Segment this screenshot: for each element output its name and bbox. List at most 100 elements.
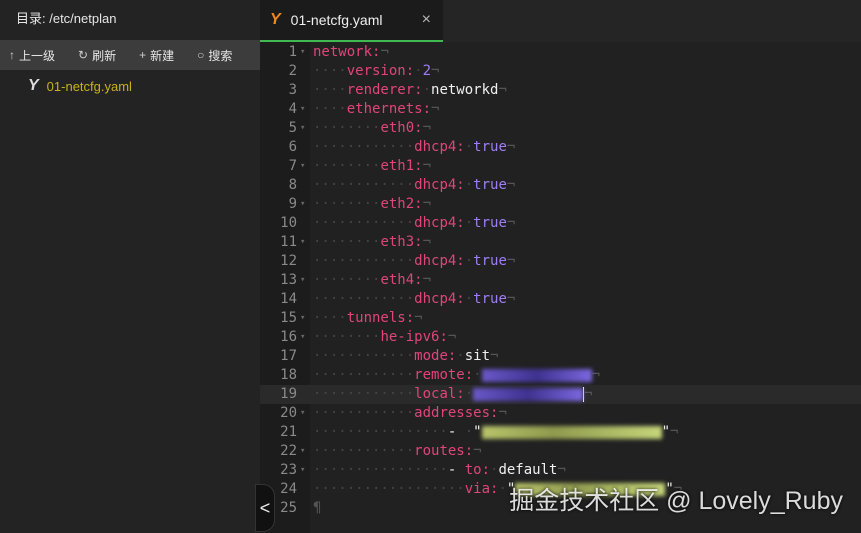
space: · — [464, 424, 474, 440]
eol-marker: ¬ — [380, 44, 389, 60]
yaml-key: tunnels: — [346, 310, 415, 326]
toolbar-button-search[interactable]: ○ 搜索 — [197, 47, 232, 64]
yaml-key: dhcp4: — [414, 291, 465, 307]
eol-marker: ¬ — [506, 139, 516, 155]
eol-marker: ¬ — [473, 443, 482, 459]
line-number: 14 — [280, 291, 297, 307]
toolbar-button-refresh[interactable]: ↻ 刷新 — [78, 47, 116, 64]
code-line: 5 ▾ ········eth0:¬ — [260, 119, 861, 138]
file-item[interactable]: Y 01-netcfg.yaml — [0, 70, 260, 102]
eol-marker: ¬ — [506, 215, 516, 231]
yaml-key: dhcp4: — [414, 253, 465, 269]
code-editor[interactable]: 1 ▾ network:¬ 2 ····version:·2¬ 3 ····renderer… — [260, 42, 861, 533]
refresh-icon: ↻ — [78, 48, 89, 62]
yaml-value: true — [473, 215, 507, 231]
yaml-key: addresses: — [414, 405, 499, 421]
line-content: ····renderer:·networkd¬ — [313, 81, 507, 100]
eol-marker: ¬ — [431, 101, 440, 117]
line-content: ········he-ipv6:¬ — [313, 328, 456, 347]
redacted-value — [481, 368, 592, 382]
fold-arrow-icon[interactable]: ▾ — [300, 442, 305, 461]
toolbar-label: 搜索 — [208, 48, 233, 63]
file-sidebar: 目录: /etc/netplan ↑ 上一级 ↻ 刷新 + 新建 ○ 搜索 Y 01-netcf… — [0, 0, 260, 533]
code-line: 14 ············dhcp4:·true¬ — [260, 290, 861, 309]
indent-guide: ············ — [313, 177, 415, 193]
list-dash: - — [447, 462, 465, 478]
yaml-key: remote: — [414, 367, 474, 383]
directory-path: 目录: /etc/netplan — [16, 11, 117, 26]
tab-01-netcfg-yaml[interactable]: Y 01-netcfg.yaml × — [260, 0, 443, 42]
tab-bar: Y 01-netcfg.yaml × — [260, 0, 861, 42]
file-list: Y 01-netcfg.yaml — [0, 70, 260, 102]
yaml-icon: Y — [28, 77, 39, 94]
line-content: ············routes:¬ — [313, 442, 482, 461]
line-number: 11 — [280, 234, 297, 250]
fold-arrow-icon[interactable]: ▾ — [300, 195, 305, 214]
fold-arrow-icon[interactable]: ▾ — [300, 404, 305, 423]
code-line: 16 ▾ ········he-ipv6:¬ — [260, 328, 861, 347]
yaml-key: network: — [313, 44, 381, 60]
line-content: ············local:· ¬ — [313, 385, 593, 404]
eol-marker: ¬ — [591, 367, 601, 383]
line-content: ············dhcp4:·true¬ — [313, 176, 515, 195]
eol-marker: ¬ — [431, 63, 440, 79]
yaml-value: sit — [464, 348, 491, 364]
toolbar-label: 刷新 — [92, 48, 117, 63]
yaml-key: eth1: — [380, 158, 423, 174]
fold-arrow-icon[interactable]: ▾ — [300, 309, 305, 328]
fold-arrow-icon[interactable]: ▾ — [300, 233, 305, 252]
line-number: 17 — [280, 348, 297, 364]
code-line: 21 ················- ·" "¬ — [260, 423, 861, 442]
line-number: 4 — [288, 101, 297, 117]
yaml-value: true — [473, 253, 507, 269]
tab-title: 01-netcfg.yaml — [290, 12, 383, 28]
indent-guide: ············ — [313, 443, 415, 459]
eol-marker: ¬ — [422, 120, 432, 136]
code-line: 18 ············remote:· ¬ — [260, 366, 861, 385]
line-number: 12 — [280, 253, 297, 269]
line-content: ················- to:·default¬ — [313, 461, 566, 480]
eol-marker: ¬ — [557, 462, 566, 478]
indent-guide: ···· — [313, 82, 347, 98]
indent-guide: ············ — [313, 215, 415, 231]
code-line: 10 ············dhcp4:·true¬ — [260, 214, 861, 233]
line-number: 10 — [280, 215, 297, 231]
eol-marker: ¬ — [447, 329, 457, 345]
yaml-key: eth2: — [380, 196, 423, 212]
yaml-key: dhcp4: — [414, 139, 465, 155]
space: · — [473, 367, 482, 383]
line-content: ····ethernets:¬ — [313, 100, 439, 119]
line-number: 8 — [288, 177, 297, 193]
yaml-key: local: — [414, 386, 465, 402]
code-line: 22 ▾ ············routes:¬ — [260, 442, 861, 461]
fold-arrow-icon[interactable]: ▾ — [300, 43, 305, 62]
yaml-value: 2 — [422, 63, 432, 79]
line-content: ¶ — [313, 499, 321, 518]
fold-arrow-icon[interactable]: ▾ — [300, 157, 305, 176]
fold-arrow-icon[interactable]: ▾ — [300, 100, 305, 119]
fold-arrow-icon[interactable]: ▾ — [300, 461, 305, 480]
close-icon[interactable]: × — [422, 11, 431, 29]
code-line: 1 ▾ network:¬ — [260, 43, 861, 62]
yaml-value: true — [473, 177, 507, 193]
indent-guide: ········ — [313, 234, 381, 250]
indent-guide: ········ — [313, 272, 381, 288]
indent-guide: ·················· — [313, 481, 465, 497]
fold-arrow-icon[interactable]: ▾ — [300, 271, 305, 290]
pilcrow: ¶ — [313, 500, 322, 516]
file-name: 01-netcfg.yaml — [46, 78, 132, 94]
collapse-sidebar-button[interactable]: < — [255, 484, 275, 532]
fold-arrow-icon[interactable]: ▾ — [300, 328, 305, 347]
line-content: ············dhcp4:·true¬ — [313, 214, 515, 233]
line-number: 20 — [280, 405, 297, 421]
eol-marker: ¬ — [498, 405, 507, 421]
space: · — [464, 291, 474, 307]
code-line: 17 ············mode:·sit¬ — [260, 347, 861, 366]
yaml-key: dhcp4: — [414, 215, 465, 231]
indent-guide: ···· — [313, 63, 347, 79]
toolbar-button-plus[interactable]: + 新建 — [139, 47, 174, 64]
code-line: 7 ▾ ········eth1:¬ — [260, 157, 861, 176]
indent-guide: ············ — [313, 367, 415, 383]
toolbar-button-arrow-up[interactable]: ↑ 上一级 — [9, 47, 55, 64]
fold-arrow-icon[interactable]: ▾ — [300, 119, 305, 138]
